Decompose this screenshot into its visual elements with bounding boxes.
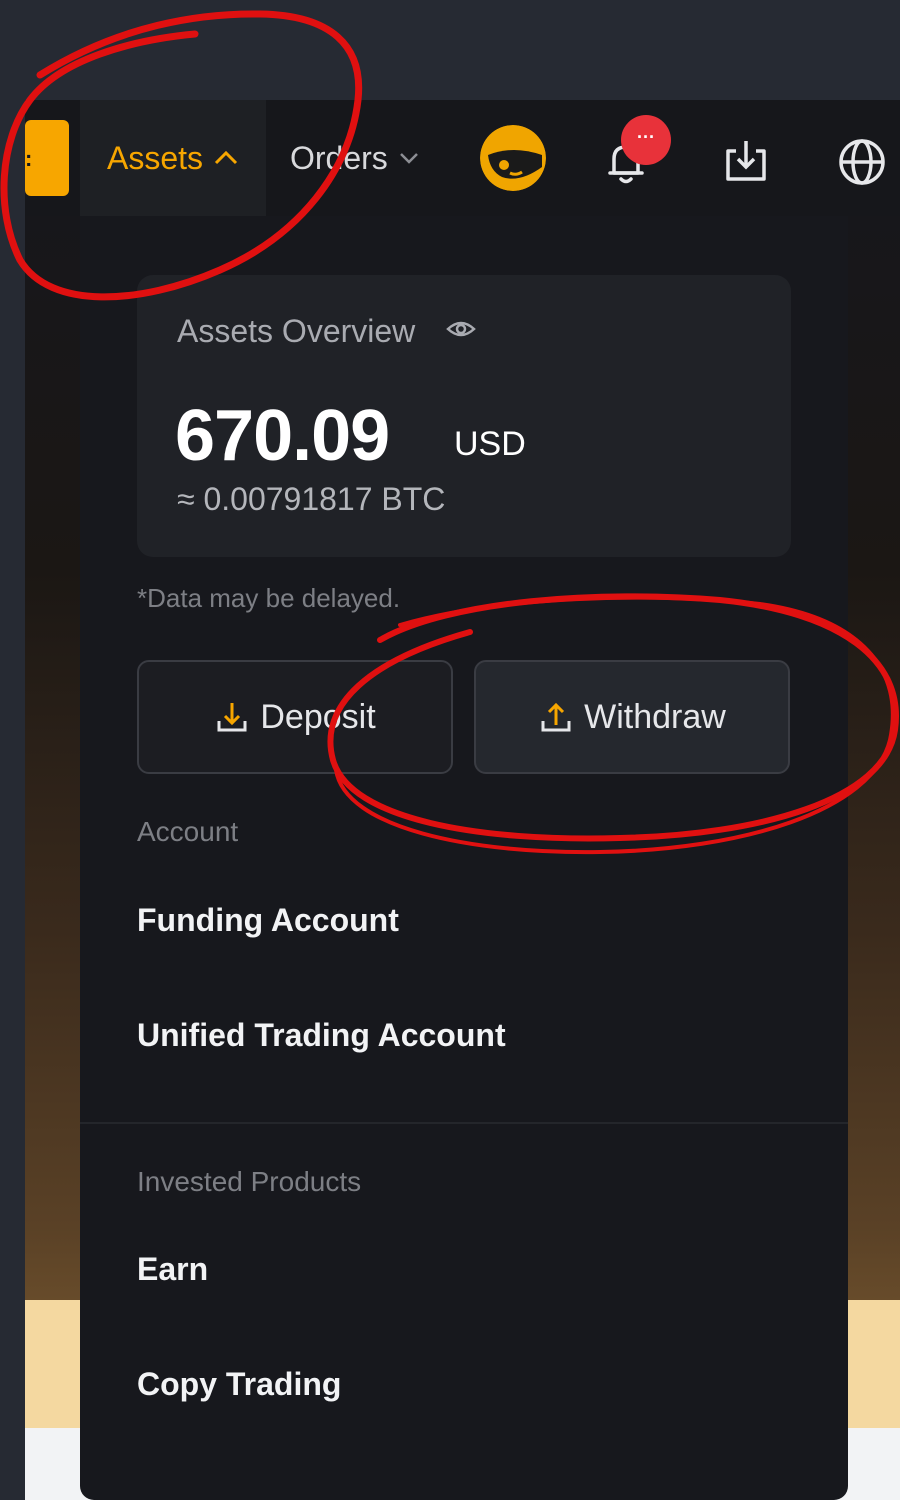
nav-assets[interactable]: Assets: [80, 100, 266, 216]
globe-icon[interactable]: [835, 135, 889, 189]
section-divider: [80, 1122, 848, 1124]
nav-assets-label: Assets: [106, 139, 204, 176]
btc-equivalent: ≈ 0.00791817 BTC: [177, 481, 446, 517]
invested-products-section-label: Invested Products: [137, 1166, 362, 1197]
deposit-icon: [217, 703, 247, 732]
menu-item-funding-account[interactable]: Funding Account: [137, 902, 399, 939]
top-navigation-bar: : Assets Orders ···: [25, 100, 900, 216]
chevron-down-icon: [399, 153, 418, 164]
eye-icon[interactable]: [445, 313, 477, 345]
assets-overview-title: Assets Overview: [177, 313, 416, 349]
menu-item-copy-trading[interactable]: Copy Trading: [137, 1366, 341, 1403]
balance-currency: USD: [454, 425, 526, 463]
data-delay-note: *Data may be delayed.: [137, 583, 401, 613]
account-section-label: Account: [137, 816, 239, 847]
chevron-up-icon: [214, 150, 238, 165]
withdraw-button[interactable]: Withdraw: [474, 660, 790, 774]
nav-orders-label: Orders: [290, 139, 388, 176]
nav-orders[interactable]: Orders: [290, 100, 440, 216]
assets-overview-card: Assets Overview 670.09 USD ≈ 0.00791817 …: [137, 275, 791, 557]
logo[interactable]: :: [25, 120, 69, 196]
deposit-label: Deposit: [260, 697, 376, 736]
notification-badge: ···: [621, 115, 671, 165]
deposit-button[interactable]: Deposit: [137, 660, 453, 774]
menu-item-earn[interactable]: Earn: [137, 1251, 208, 1288]
assets-dropdown: Assets Overview 670.09 USD ≈ 0.00791817 …: [80, 216, 848, 1500]
download-icon[interactable]: [720, 135, 772, 187]
withdraw-icon: [541, 702, 571, 732]
menu-item-unified-trading-account[interactable]: Unified Trading Account: [137, 1017, 506, 1054]
avatar[interactable]: [480, 125, 546, 191]
withdraw-label: Withdraw: [584, 697, 726, 736]
total-balance: 670.09: [175, 396, 390, 476]
